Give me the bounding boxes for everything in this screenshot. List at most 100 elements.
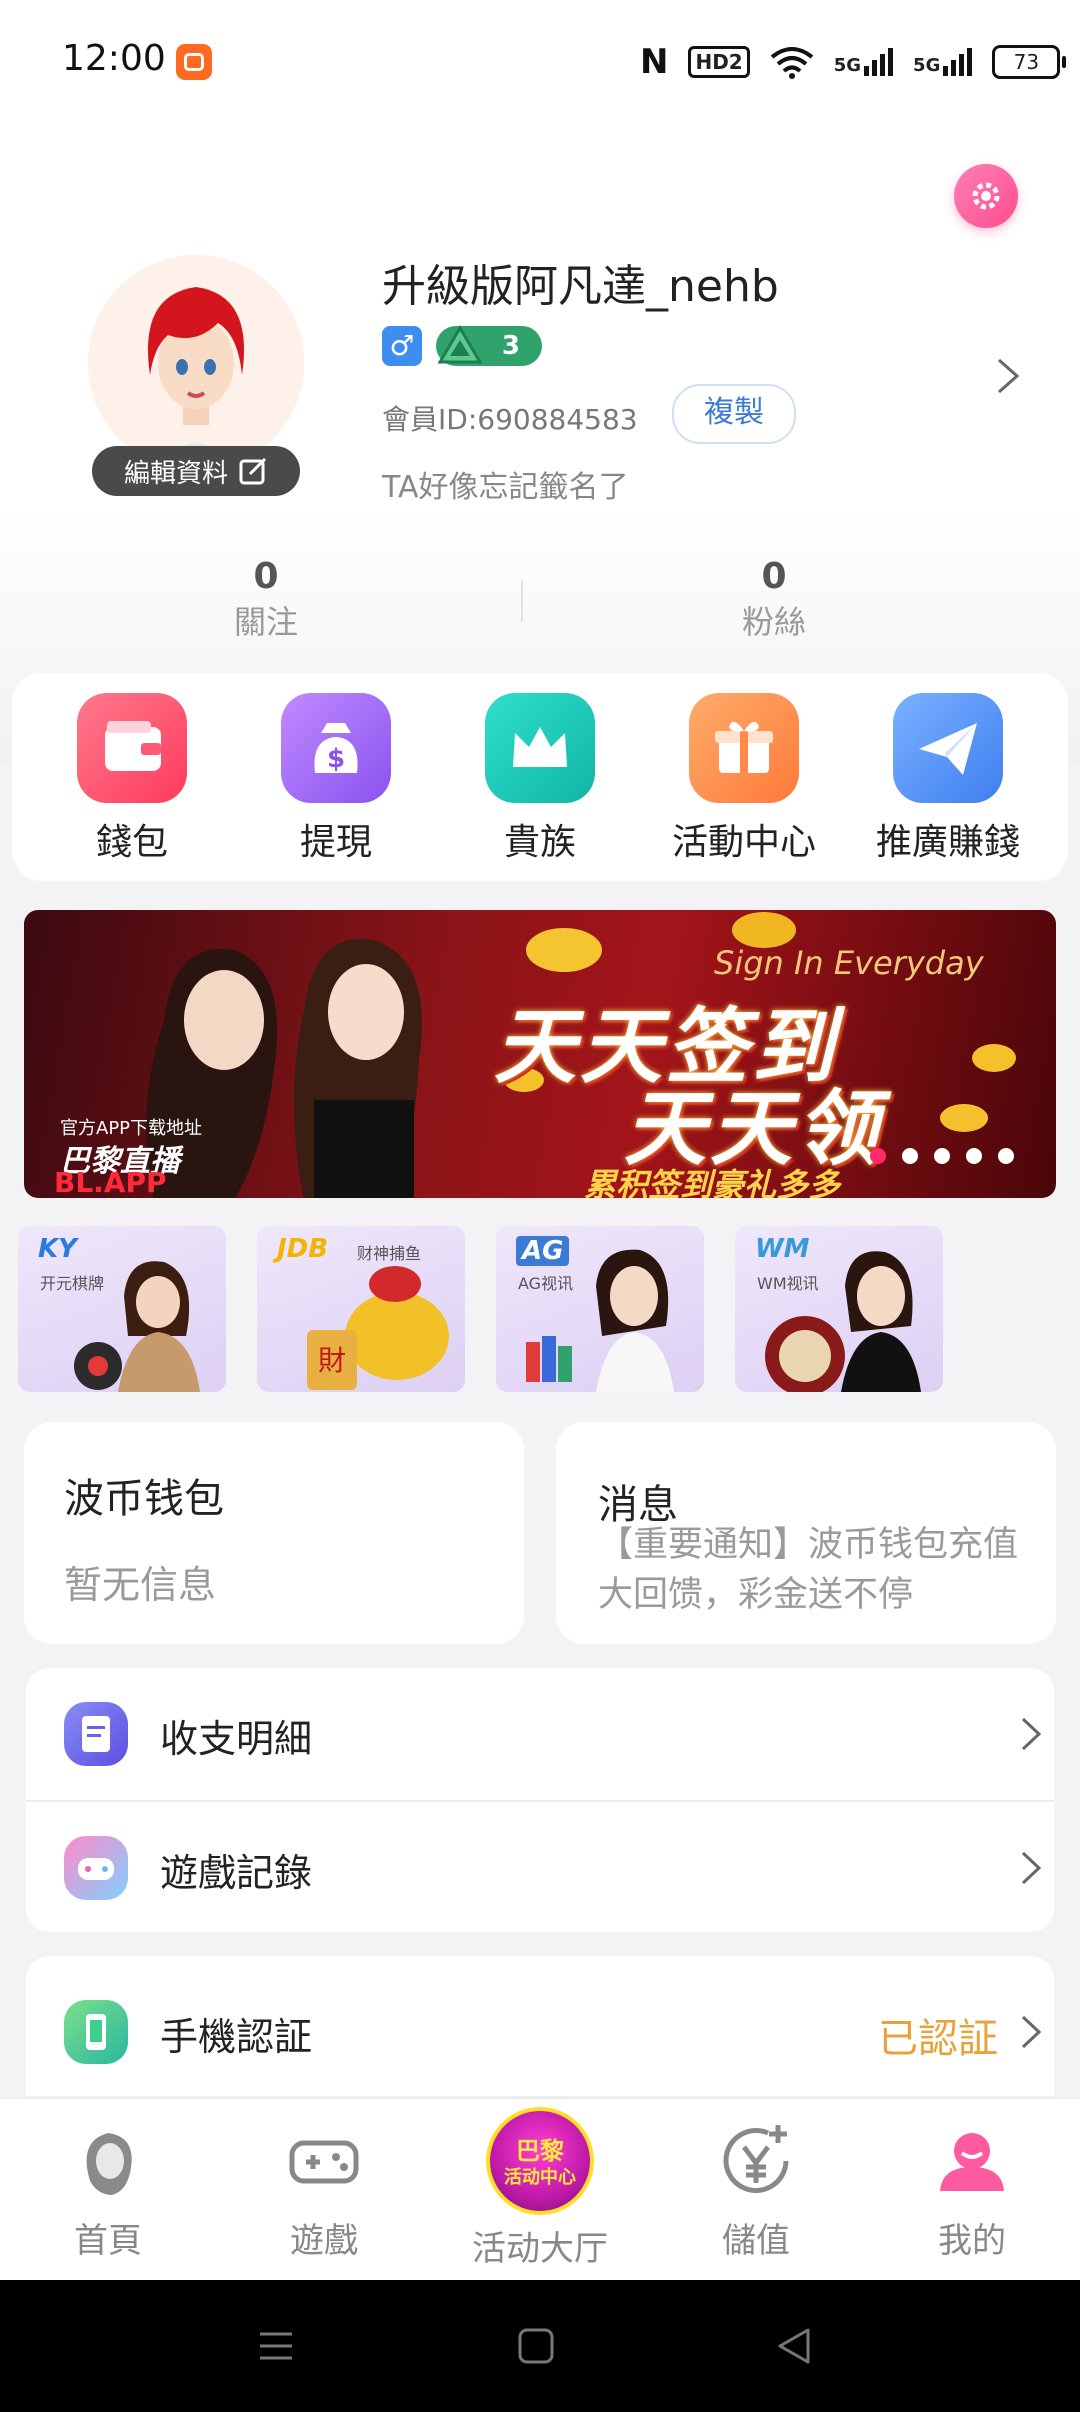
withdraw-label: 提現 xyxy=(299,822,372,863)
game-tile-art xyxy=(765,1251,921,1392)
level-triangle-icon xyxy=(438,325,482,364)
yuan-plus-icon xyxy=(716,2121,796,2201)
nav-topup-label: 儲值 xyxy=(722,2221,790,2261)
copy-button[interactable]: 複製 xyxy=(672,384,796,444)
promote-earn-label: 推廣賺錢 xyxy=(875,822,1020,863)
battery-icon: 73 xyxy=(992,45,1067,79)
game-tile-ky[interactable]: KY 开元棋牌 xyxy=(18,1226,226,1392)
nav-topup[interactable]: 儲值 xyxy=(656,2099,856,2262)
nav-activity-hall-label: 活动大厅 xyxy=(472,2229,608,2269)
verification-list: 手機認証 已認証 xyxy=(26,1956,1054,2098)
badge-line-2: 活动中心 xyxy=(504,2167,576,2188)
male-icon: ♂ xyxy=(382,326,422,366)
bottom-navigation: 首頁 遊戲 巴黎 活动中心 活动大厅 儲值 我的 xyxy=(0,2098,1080,2281)
svg-text:$: $ xyxy=(327,744,345,774)
crown-icon xyxy=(485,693,595,803)
system-navigation-bar xyxy=(0,2280,1080,2412)
nfc-icon: N xyxy=(640,42,669,82)
pagination-dot[interactable] xyxy=(966,1148,982,1164)
fans-count: 0 xyxy=(761,556,787,597)
hd-voice-icon: HD2 xyxy=(688,46,750,78)
signature: TA好像忘記籤名了 xyxy=(382,470,629,505)
income-expense-label: 收支明細 xyxy=(160,1717,313,1761)
member-id: 會員ID:690884583 xyxy=(382,403,638,436)
game-tile-art xyxy=(74,1261,200,1392)
nav-activity-hall[interactable]: 巴黎 活动中心 活动大厅 xyxy=(440,2099,640,2270)
game-tile-art: 財 xyxy=(307,1266,449,1390)
wallet-button[interactable]: 錢包 xyxy=(42,693,222,865)
activity-center-label: 活動中心 xyxy=(671,822,816,863)
nobility-label: 貴族 xyxy=(503,822,576,863)
avatar-illustration xyxy=(88,255,304,471)
records-list: 收支明細 遊戲記錄 xyxy=(26,1668,1054,1932)
fans-stat[interactable]: 0 粉絲 xyxy=(674,556,874,643)
badge-line-1: 巴黎 xyxy=(516,2137,564,2165)
status-time: 12:00 xyxy=(62,38,166,79)
promote-earn-button[interactable]: 推廣賺錢 xyxy=(858,693,1038,865)
wallet-icon xyxy=(77,693,187,803)
edit-icon xyxy=(239,457,267,485)
edit-profile-button[interactable]: 編輯資料 xyxy=(92,446,300,496)
nav-games[interactable]: 遊戲 xyxy=(224,2099,424,2262)
chevron-right-icon xyxy=(1021,1851,1042,1885)
wallet-label: 錢包 xyxy=(95,822,168,863)
pagination-dot[interactable] xyxy=(934,1148,950,1164)
chevron-right-icon[interactable] xyxy=(995,356,1021,396)
signal-5g-icon: 5G xyxy=(834,48,894,76)
phone-icon xyxy=(64,2000,128,2064)
gift-icon xyxy=(689,693,799,803)
fans-label: 粉絲 xyxy=(741,603,806,641)
game-tile-jdb[interactable]: JDB 财神捕鱼 財 xyxy=(257,1226,465,1392)
bo-wallet-card[interactable]: 波币钱包 暂无信息 xyxy=(24,1422,524,1644)
menu-icon[interactable] xyxy=(256,2326,296,2366)
money-bag-icon: $ xyxy=(281,693,391,803)
username: 升級版阿凡達_nehb xyxy=(382,261,779,312)
game-tile-ag[interactable]: AG AG视讯 xyxy=(496,1226,704,1392)
following-count: 0 xyxy=(253,556,279,597)
phone-verification-row[interactable]: 手機認証 已認証 xyxy=(26,1966,1054,2098)
settings-button[interactable] xyxy=(954,164,1018,228)
nav-games-label: 遊戲 xyxy=(290,2221,358,2261)
quick-actions: 錢包 $ 提現 貴族 活動中心 推廣賺錢 xyxy=(12,673,1068,881)
withdraw-button[interactable]: $ 提現 xyxy=(246,693,426,865)
message-body: 【重要通知】波币钱包充值大回馈，彩金送不停 xyxy=(598,1525,1019,1615)
profile-icon xyxy=(932,2121,1012,2201)
gamepad-icon xyxy=(64,1836,128,1900)
verification-status: 已認証 xyxy=(878,2016,998,2062)
svg-text:財: 財 xyxy=(318,1344,346,1377)
paper-plane-icon xyxy=(893,693,1003,803)
pagination-dot[interactable] xyxy=(870,1148,886,1164)
pagination-dot[interactable] xyxy=(998,1148,1014,1164)
home-lady-icon xyxy=(68,2121,148,2201)
level-badge: 3 xyxy=(436,325,542,366)
game-tile-wm[interactable]: WM WM视讯 xyxy=(735,1226,943,1392)
nav-home-label: 首頁 xyxy=(74,2221,142,2261)
avatar[interactable] xyxy=(88,255,304,471)
activity-center-button[interactable]: 活動中心 xyxy=(654,693,834,865)
bo-wallet-title: 波币钱包 xyxy=(64,1476,224,1522)
following-label: 關注 xyxy=(233,603,298,641)
nav-profile[interactable]: 我的 xyxy=(872,2099,1072,2262)
nobility-button[interactable]: 貴族 xyxy=(450,693,630,865)
banner-pagination xyxy=(870,1148,1014,1164)
pagination-dot[interactable] xyxy=(902,1148,918,1164)
nav-home[interactable]: 首頁 xyxy=(8,2099,208,2262)
income-expense-row[interactable]: 收支明細 xyxy=(26,1668,1054,1800)
stats-divider xyxy=(521,580,523,622)
status-bar: 12:00 N HD2 5G 5G 73 xyxy=(0,0,1080,125)
game-records-row[interactable]: 遊戲記錄 xyxy=(26,1802,1054,1934)
phone-verification-label: 手機認証 xyxy=(160,2015,313,2059)
document-icon xyxy=(64,1702,128,1766)
game-records-label: 遊戲記錄 xyxy=(160,1851,313,1895)
following-stat[interactable]: 0 關注 xyxy=(166,556,366,643)
activity-center-badge: 巴黎 活动中心 xyxy=(486,2107,594,2215)
message-card[interactable]: 消息 【重要通知】波币钱包充值大回馈，彩金送不停 xyxy=(556,1422,1056,1644)
banner-subline: 累积签到豪礼多多 xyxy=(584,1166,841,1198)
banner-brand-line3: BL.APP xyxy=(54,1166,167,1198)
app-notification-icon xyxy=(176,44,212,80)
home-square-icon[interactable] xyxy=(516,2326,556,2366)
back-triangle-icon[interactable] xyxy=(774,2326,814,2366)
chevron-right-icon xyxy=(1021,1717,1042,1751)
game-tile-art xyxy=(526,1249,674,1392)
nav-profile-label: 我的 xyxy=(938,2221,1006,2261)
